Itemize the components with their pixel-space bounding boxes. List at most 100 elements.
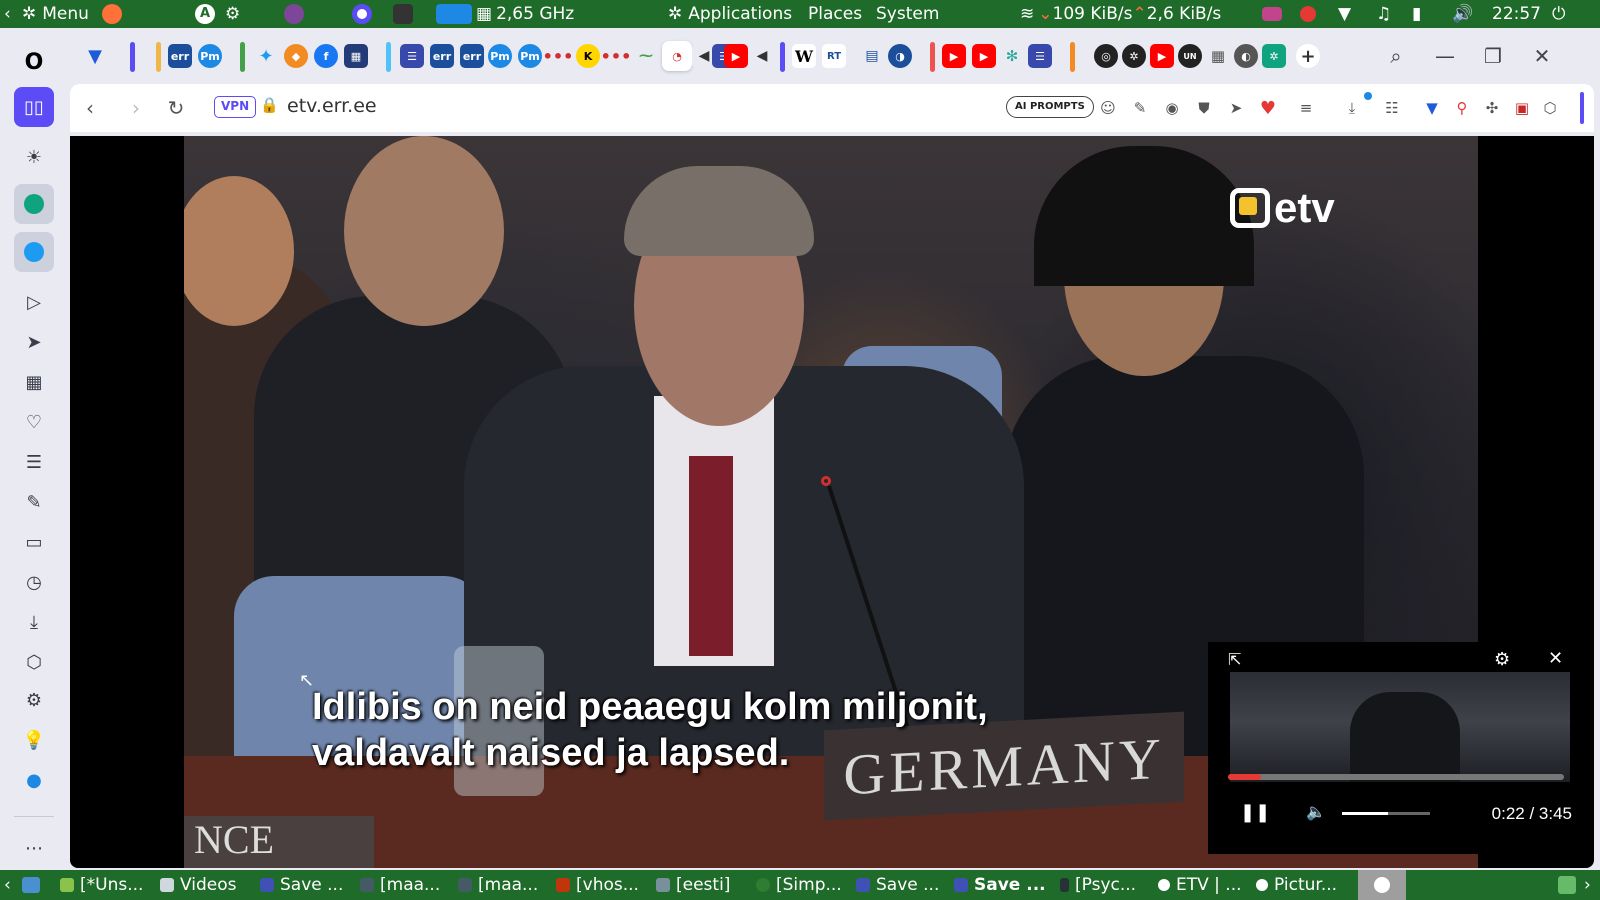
taskbar-item[interactable]: [maa... — [360, 870, 458, 900]
tab-pm-icon[interactable]: Pm — [198, 44, 222, 68]
reload-button[interactable]: ↻ — [162, 94, 190, 122]
tab-twitter-icon[interactable]: ✦ — [254, 44, 278, 68]
tab-err-icon[interactable]: err — [430, 44, 454, 68]
player-bar-icon[interactable]: ≡ — [1294, 96, 1318, 120]
lock-icon[interactable]: 🔒 — [260, 96, 279, 114]
speed-dial-icon[interactable]: ▦ — [14, 362, 54, 402]
firefox-launcher-icon[interactable] — [102, 0, 122, 28]
tab-openai-icon[interactable]: ✲ — [1122, 44, 1146, 68]
tab-youtube-icon[interactable]: ▶ — [724, 44, 748, 68]
opera-launcher-icon[interactable] — [352, 0, 372, 28]
forward-button[interactable]: › — [122, 94, 150, 122]
taskbar-opera-window[interactable] — [1358, 870, 1406, 900]
taskbar-scroll-left-icon[interactable]: ‹ — [4, 870, 11, 900]
tab-snowflake-icon[interactable]: ✻ — [1000, 44, 1024, 68]
tab-dots-icon[interactable]: ••• — [543, 44, 573, 68]
tab-chatgpt-icon[interactable]: ✲ — [1262, 44, 1286, 68]
settings-launcher-icon[interactable]: ⚙ — [225, 0, 240, 28]
clock[interactable]: 22:57 — [1492, 0, 1541, 28]
tab-youtube-icon[interactable]: ▶ — [972, 44, 996, 68]
minimize-icon[interactable]: — — [1428, 40, 1462, 72]
new-tab-plus-icon[interactable]: + — [1296, 44, 1320, 68]
taskbar-item[interactable]: [eesti] — [656, 870, 752, 900]
news-icon[interactable]: ☰ — [14, 442, 54, 482]
tab-vivaldi-icon[interactable]: ▼ — [83, 44, 107, 68]
system-menu[interactable]: System — [876, 0, 939, 28]
taskbar-item[interactable]: Save ... — [856, 870, 954, 900]
back-button[interactable]: ‹ — [76, 94, 104, 122]
tab-pm-icon[interactable]: Pm — [518, 44, 542, 68]
tab-err-icon[interactable]: err — [460, 44, 484, 68]
easy-setup-icon[interactable]: ☷ — [1380, 96, 1404, 120]
tab-grid-icon[interactable]: ▦ — [344, 44, 368, 68]
battery-icon[interactable]: ▮ — [1412, 0, 1421, 28]
tab-rt-icon[interactable]: RT — [822, 44, 846, 68]
tips-lightbulb-icon[interactable]: 💡 — [14, 720, 54, 760]
chat-bubble-icon[interactable]: ● — [14, 760, 54, 800]
extensions-cube-icon[interactable]: ⬡ — [14, 642, 54, 682]
tab-globe-icon[interactable]: ◐ — [1234, 44, 1258, 68]
tor-launcher-icon[interactable] — [284, 0, 304, 28]
tab-youtube-icon[interactable]: ▶ — [942, 44, 966, 68]
taskbar-item-active[interactable]: Save ... — [954, 870, 1054, 900]
downloads-icon[interactable]: ⤓ — [14, 602, 54, 642]
more-options-icon[interactable]: ⋯ — [14, 828, 54, 868]
url-field[interactable]: etv.err.ee — [287, 95, 377, 117]
pip-expand-icon[interactable]: ⇱ — [1228, 650, 1241, 669]
taskbar-item[interactable]: Videos — [160, 870, 260, 900]
tab-globe-icon[interactable]: ◑ — [888, 44, 912, 68]
ext-vivaldi-icon[interactable]: ▼ — [1420, 96, 1444, 120]
history-icon[interactable]: ◷ — [14, 562, 54, 602]
pip-settings-icon[interactable]: ⚙ — [1494, 649, 1510, 670]
shield-icon[interactable]: ⛊ — [1192, 96, 1216, 120]
aria-icon[interactable]: ☀ — [14, 137, 54, 177]
send-icon[interactable]: ➤ — [14, 322, 54, 362]
tab-fox-icon[interactable]: ◆ — [284, 44, 308, 68]
download-icon[interactable]: ⤓ — [1340, 96, 1364, 120]
settings-icon[interactable]: ⚙ — [14, 680, 54, 720]
power-icon[interactable]: ⏻ — [1552, 0, 1565, 28]
taskbar-item[interactable]: Save ... — [260, 870, 360, 900]
camera-icon[interactable]: ◉ — [1160, 96, 1184, 120]
places-menu[interactable]: Places — [808, 0, 862, 28]
chatgpt-icon[interactable] — [14, 184, 54, 224]
ext-cube-icon[interactable]: ⬡ — [1538, 96, 1562, 120]
player-icon[interactable]: ▷ — [14, 282, 54, 322]
tab-k-icon[interactable]: K — [576, 44, 600, 68]
network-status-icon[interactable]: ▼ — [1338, 0, 1351, 28]
taskbar-item[interactable]: [Psyc... — [1060, 870, 1156, 900]
indicator-app-icon[interactable] — [1262, 0, 1282, 28]
bookmarks-heart-icon[interactable]: ♡ — [14, 402, 54, 442]
ai-prompts-button[interactable]: AI PROMPTS — [1006, 96, 1094, 118]
tabs-icon[interactable]: ▭ — [14, 522, 54, 562]
vpn-badge[interactable]: VPN — [214, 96, 257, 118]
taskbar-item[interactable]: [*Uns... — [60, 870, 160, 900]
taskbar-scroll-right-icon[interactable]: › — [1584, 870, 1591, 900]
pip-pause-icon[interactable]: ❚❚ — [1240, 802, 1270, 823]
tab-wikipedia-icon[interactable]: W — [792, 44, 816, 68]
applications-menu[interactable]: ✲ Applications — [668, 0, 792, 28]
tab-doc-icon[interactable]: ▤ — [860, 44, 884, 68]
pip-close-icon[interactable]: ✕ — [1548, 648, 1563, 669]
pip-volume-icon[interactable]: 🔈 — [1306, 802, 1326, 821]
trash-icon[interactable] — [1558, 870, 1576, 900]
app-launcher-a-icon[interactable]: A — [195, 0, 215, 28]
tab-apps-icon[interactable]: ▦ — [1206, 44, 1230, 68]
ext-pin-icon[interactable]: ⚲ — [1450, 96, 1474, 120]
tab-list-icon[interactable]: ☰ — [1028, 44, 1052, 68]
send-icon[interactable]: ➤ — [1224, 96, 1248, 120]
tab-circle-icon[interactable]: ◎ — [1094, 44, 1118, 68]
ext-clipboard-icon[interactable]: ▣ — [1510, 96, 1534, 120]
taskbar-item[interactable]: [Simp... — [756, 870, 850, 900]
volume-icon[interactable]: 🔊 — [1452, 0, 1473, 28]
tab-err-icon[interactable]: err — [168, 44, 192, 68]
tab-youtube-icon[interactable]: ▶ — [1150, 44, 1174, 68]
workspace-icon[interactable]: ▯▯ — [14, 87, 54, 127]
tab-audio-icon[interactable]: ◀ — [750, 44, 774, 68]
pip-volume-slider[interactable] — [1342, 812, 1430, 815]
pinboard-icon[interactable]: ✎ — [14, 482, 54, 522]
tab-unv-icon[interactable]: UN — [1178, 44, 1202, 68]
close-window-icon[interactable]: ✕ — [1525, 40, 1559, 72]
heart-icon[interactable]: ♥ — [1256, 96, 1280, 120]
tab-search-icon[interactable]: ⌕ — [1379, 40, 1413, 72]
